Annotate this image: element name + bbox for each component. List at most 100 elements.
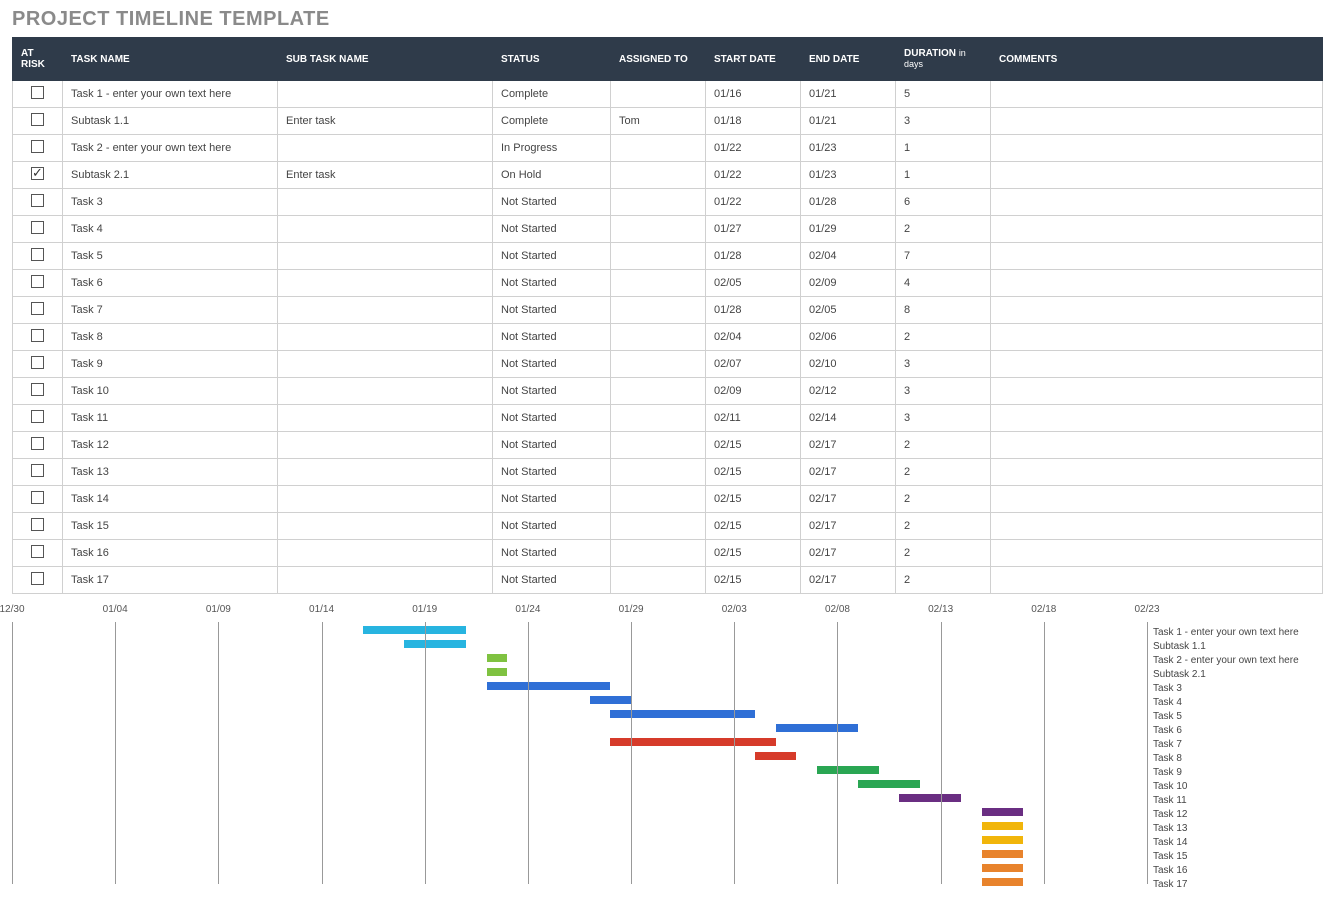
at-risk-cell[interactable] (13, 243, 63, 270)
start-date-cell[interactable]: 01/22 (706, 189, 801, 216)
checkbox-icon[interactable] (31, 518, 44, 531)
subtask-cell[interactable] (278, 216, 493, 243)
start-date-cell[interactable]: 01/22 (706, 162, 801, 189)
task-name-cell[interactable]: Task 8 (63, 324, 278, 351)
status-cell[interactable]: Not Started (493, 270, 611, 297)
comments-cell[interactable] (991, 270, 1323, 297)
assigned-cell[interactable] (611, 297, 706, 324)
checkbox-icon[interactable] (31, 383, 44, 396)
end-date-cell[interactable]: 02/17 (801, 567, 896, 594)
subtask-cell[interactable] (278, 297, 493, 324)
at-risk-cell[interactable] (13, 486, 63, 513)
task-name-cell[interactable]: Task 10 (63, 378, 278, 405)
at-risk-cell[interactable] (13, 81, 63, 108)
comments-cell[interactable] (991, 351, 1323, 378)
task-name-cell[interactable]: Task 7 (63, 297, 278, 324)
start-date-cell[interactable]: 02/15 (706, 513, 801, 540)
at-risk-cell[interactable] (13, 108, 63, 135)
task-name-cell[interactable]: Task 13 (63, 459, 278, 486)
at-risk-cell[interactable] (13, 351, 63, 378)
subtask-cell[interactable] (278, 135, 493, 162)
status-cell[interactable]: On Hold (493, 162, 611, 189)
subtask-cell[interactable] (278, 486, 493, 513)
end-date-cell[interactable]: 02/10 (801, 351, 896, 378)
subtask-cell[interactable] (278, 459, 493, 486)
checkbox-icon[interactable] (31, 410, 44, 423)
comments-cell[interactable] (991, 324, 1323, 351)
start-date-cell[interactable]: 02/05 (706, 270, 801, 297)
assigned-cell[interactable] (611, 351, 706, 378)
end-date-cell[interactable]: 02/05 (801, 297, 896, 324)
assigned-cell[interactable] (611, 486, 706, 513)
assigned-cell[interactable] (611, 81, 706, 108)
assigned-cell[interactable] (611, 405, 706, 432)
start-date-cell[interactable]: 01/28 (706, 243, 801, 270)
start-date-cell[interactable]: 01/22 (706, 135, 801, 162)
checkbox-icon[interactable] (31, 302, 44, 315)
subtask-cell[interactable] (278, 567, 493, 594)
comments-cell[interactable] (991, 432, 1323, 459)
comments-cell[interactable] (991, 108, 1323, 135)
task-name-cell[interactable]: Task 4 (63, 216, 278, 243)
comments-cell[interactable] (991, 405, 1323, 432)
start-date-cell[interactable]: 02/04 (706, 324, 801, 351)
subtask-cell[interactable] (278, 405, 493, 432)
end-date-cell[interactable]: 01/23 (801, 162, 896, 189)
end-date-cell[interactable]: 02/17 (801, 432, 896, 459)
checkbox-icon[interactable] (31, 248, 44, 261)
end-date-cell[interactable]: 02/17 (801, 459, 896, 486)
checkbox-icon[interactable] (31, 545, 44, 558)
start-date-cell[interactable]: 02/15 (706, 540, 801, 567)
status-cell[interactable]: Not Started (493, 513, 611, 540)
status-cell[interactable]: Not Started (493, 243, 611, 270)
assigned-cell[interactable] (611, 324, 706, 351)
at-risk-cell[interactable] (13, 405, 63, 432)
status-cell[interactable]: In Progress (493, 135, 611, 162)
subtask-cell[interactable] (278, 270, 493, 297)
checkbox-icon[interactable] (31, 437, 44, 450)
subtask-cell[interactable]: Enter task (278, 162, 493, 189)
status-cell[interactable]: Not Started (493, 378, 611, 405)
assigned-cell[interactable] (611, 513, 706, 540)
task-name-cell[interactable]: Subtask 2.1 (63, 162, 278, 189)
comments-cell[interactable] (991, 81, 1323, 108)
checkbox-icon[interactable] (31, 356, 44, 369)
at-risk-cell[interactable] (13, 297, 63, 324)
end-date-cell[interactable]: 01/23 (801, 135, 896, 162)
start-date-cell[interactable]: 01/16 (706, 81, 801, 108)
assigned-cell[interactable] (611, 162, 706, 189)
start-date-cell[interactable]: 01/27 (706, 216, 801, 243)
end-date-cell[interactable]: 02/09 (801, 270, 896, 297)
task-name-cell[interactable]: Task 16 (63, 540, 278, 567)
at-risk-cell[interactable] (13, 270, 63, 297)
at-risk-cell[interactable] (13, 135, 63, 162)
at-risk-cell[interactable] (13, 540, 63, 567)
end-date-cell[interactable]: 01/21 (801, 108, 896, 135)
comments-cell[interactable] (991, 513, 1323, 540)
comments-cell[interactable] (991, 297, 1323, 324)
start-date-cell[interactable]: 01/18 (706, 108, 801, 135)
end-date-cell[interactable]: 02/17 (801, 540, 896, 567)
status-cell[interactable]: Not Started (493, 459, 611, 486)
assigned-cell[interactable] (611, 459, 706, 486)
comments-cell[interactable] (991, 378, 1323, 405)
at-risk-cell[interactable] (13, 189, 63, 216)
end-date-cell[interactable]: 02/12 (801, 378, 896, 405)
checkbox-icon[interactable] (31, 221, 44, 234)
task-name-cell[interactable]: Task 6 (63, 270, 278, 297)
status-cell[interactable]: Not Started (493, 540, 611, 567)
assigned-cell[interactable] (611, 378, 706, 405)
end-date-cell[interactable]: 02/04 (801, 243, 896, 270)
assigned-cell[interactable] (611, 270, 706, 297)
task-name-cell[interactable]: Task 15 (63, 513, 278, 540)
assigned-cell[interactable] (611, 540, 706, 567)
task-name-cell[interactable]: Task 1 - enter your own text here (63, 81, 278, 108)
task-name-cell[interactable]: Task 9 (63, 351, 278, 378)
comments-cell[interactable] (991, 486, 1323, 513)
start-date-cell[interactable]: 02/15 (706, 432, 801, 459)
status-cell[interactable]: Not Started (493, 324, 611, 351)
subtask-cell[interactable] (278, 351, 493, 378)
comments-cell[interactable] (991, 135, 1323, 162)
end-date-cell[interactable]: 01/28 (801, 189, 896, 216)
checkbox-icon[interactable] (31, 464, 44, 477)
